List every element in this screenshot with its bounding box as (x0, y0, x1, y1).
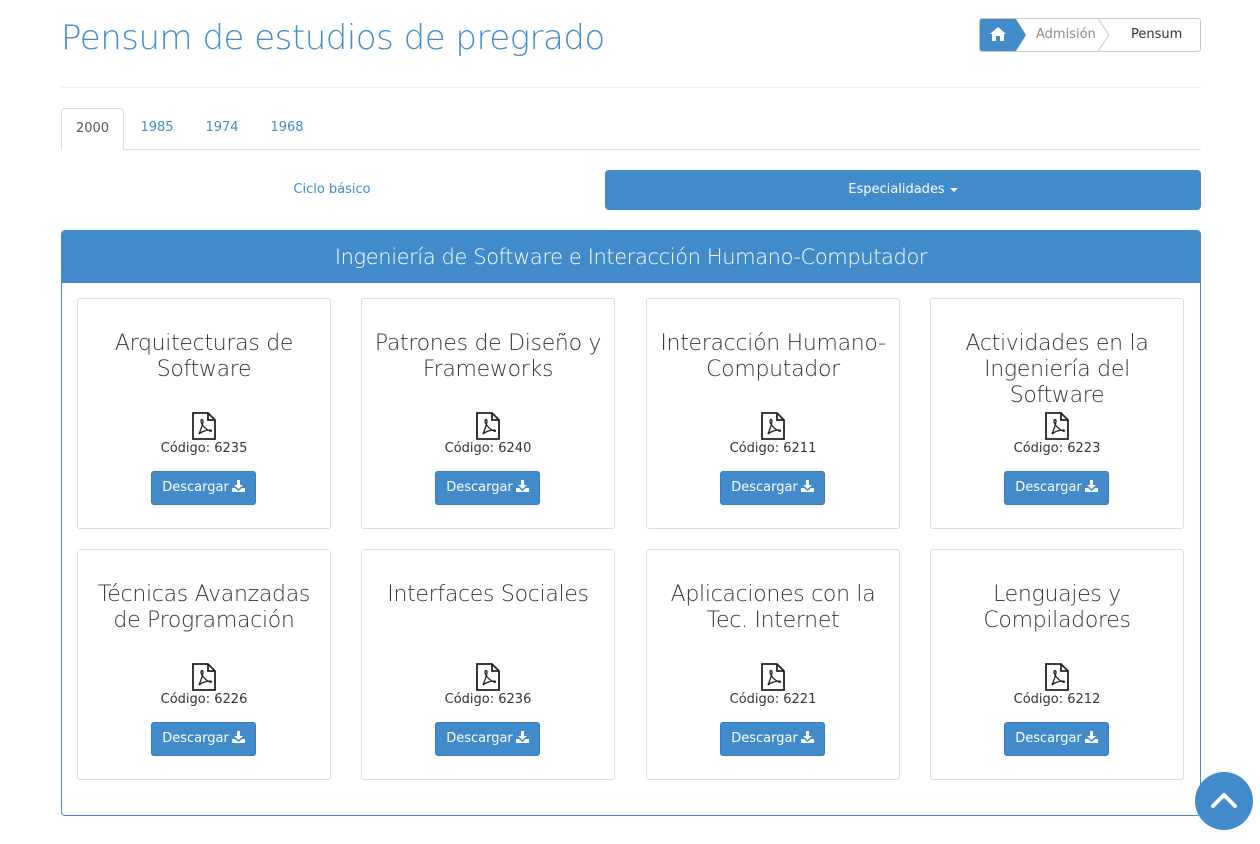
course-card: Interacción Humano-Computador Código: 621… (646, 298, 900, 529)
download-button[interactable]: Descargar (151, 722, 256, 756)
download-button[interactable]: Descargar (151, 471, 256, 505)
course-card: Actividades en la Ingeniería del Softwar… (930, 298, 1184, 529)
download-label: Descargar (162, 480, 229, 495)
download-label: Descargar (162, 731, 229, 746)
course-title: Técnicas Avanzadas de Programación (97, 582, 311, 633)
course-card: Arquitecturas de Software Código: 6235 Des… (77, 298, 331, 529)
course-card: Patrones de Diseño y Frameworks Código: 6… (361, 298, 615, 529)
download-label: Descargar (1015, 480, 1082, 495)
home-icon (990, 27, 1006, 41)
download-icon (800, 731, 814, 743)
chevron-up-icon (1211, 793, 1237, 808)
course-title: Actividades en la Ingeniería del Softwar… (965, 331, 1149, 408)
course-code: Código: 6236 (444, 692, 532, 707)
download-label: Descargar (731, 480, 798, 495)
download-label: Descargar (446, 480, 513, 495)
pdf-file-icon (192, 663, 216, 691)
course-title: Aplicaciones con la Tec. Internet (670, 582, 876, 633)
specialty-panel: Ingeniería de Software e Interacción Hum… (61, 230, 1201, 816)
especialidades-dropdown[interactable]: Especialidades (605, 170, 1201, 210)
download-icon (1084, 731, 1098, 743)
tab-1974[interactable]: 1974 (192, 108, 252, 150)
download-label: Descargar (731, 731, 798, 746)
course-title: Lenguajes y Compiladores (983, 582, 1131, 633)
panel-heading: Ingeniería de Software e Interacción Hum… (62, 231, 1200, 283)
course-card: Aplicaciones con la Tec. Internet Código:… (646, 549, 900, 780)
pdf-file-icon (476, 412, 500, 440)
download-label: Descargar (1015, 731, 1082, 746)
year-tabs: 2000 1985 1974 1968 (61, 108, 1201, 150)
course-code: Código: 6235 (160, 441, 248, 456)
page-title: Pensum de estudios de pregrado (61, 18, 605, 58)
pdf-file-icon (761, 412, 785, 440)
breadcrumb: Admisión Pensum (979, 18, 1201, 52)
breadcrumb-item-pensum: Pensum (1131, 27, 1183, 42)
download-icon (231, 480, 245, 492)
course-card: Interfaces Sociales Código: 6236 Descargar (361, 549, 615, 780)
tab-1968[interactable]: 1968 (257, 108, 317, 150)
caret-down-icon (949, 187, 958, 192)
course-card: Técnicas Avanzadas de Programación Código… (77, 549, 331, 780)
breadcrumb-home[interactable] (980, 19, 1026, 51)
download-button[interactable]: Descargar (435, 722, 540, 756)
course-code: Código: 6240 (444, 441, 532, 456)
download-icon (800, 480, 814, 492)
tab-1985[interactable]: 1985 (127, 108, 187, 150)
course-title: Patrones de Diseño y Frameworks (374, 331, 602, 382)
course-title: Interacción Humano-Computador (660, 331, 886, 382)
download-label: Descargar (446, 731, 513, 746)
scroll-to-top-button[interactable] (1195, 772, 1253, 830)
download-icon (231, 731, 245, 743)
breadcrumb-item-admision[interactable]: Admisión (1036, 19, 1096, 51)
pdf-file-icon (192, 412, 216, 440)
tab-2000[interactable]: 2000 (61, 108, 124, 150)
course-title: Arquitecturas de Software (114, 331, 294, 382)
download-button[interactable]: Descargar (435, 471, 540, 505)
download-button[interactable]: Descargar (720, 471, 825, 505)
course-card: Lenguajes y Compiladores Código: 6212 Desc… (930, 549, 1184, 780)
breadcrumb-separator (1097, 19, 1110, 51)
download-button[interactable]: Descargar (1004, 722, 1109, 756)
course-code: Código: 6226 (160, 692, 248, 707)
title-divider (61, 87, 1201, 88)
especialidades-label: Especialidades (848, 182, 945, 197)
download-icon (1084, 480, 1098, 492)
course-code: Código: 6223 (1013, 441, 1101, 456)
course-title: Interfaces Sociales (387, 582, 589, 607)
pdf-file-icon (1045, 663, 1069, 691)
download-icon (515, 731, 529, 743)
course-code: Código: 6221 (729, 692, 817, 707)
ciclo-basico-pill[interactable]: Ciclo básico (61, 170, 603, 210)
course-code: Código: 6211 (729, 441, 817, 456)
pdf-file-icon (1045, 412, 1069, 440)
download-button[interactable]: Descargar (1004, 471, 1109, 505)
pdf-file-icon (761, 663, 785, 691)
pdf-file-icon (476, 663, 500, 691)
download-icon (515, 480, 529, 492)
ciclo-basico-label: Ciclo básico (293, 182, 371, 197)
course-code: Código: 6212 (1013, 692, 1101, 707)
download-button[interactable]: Descargar (720, 722, 825, 756)
